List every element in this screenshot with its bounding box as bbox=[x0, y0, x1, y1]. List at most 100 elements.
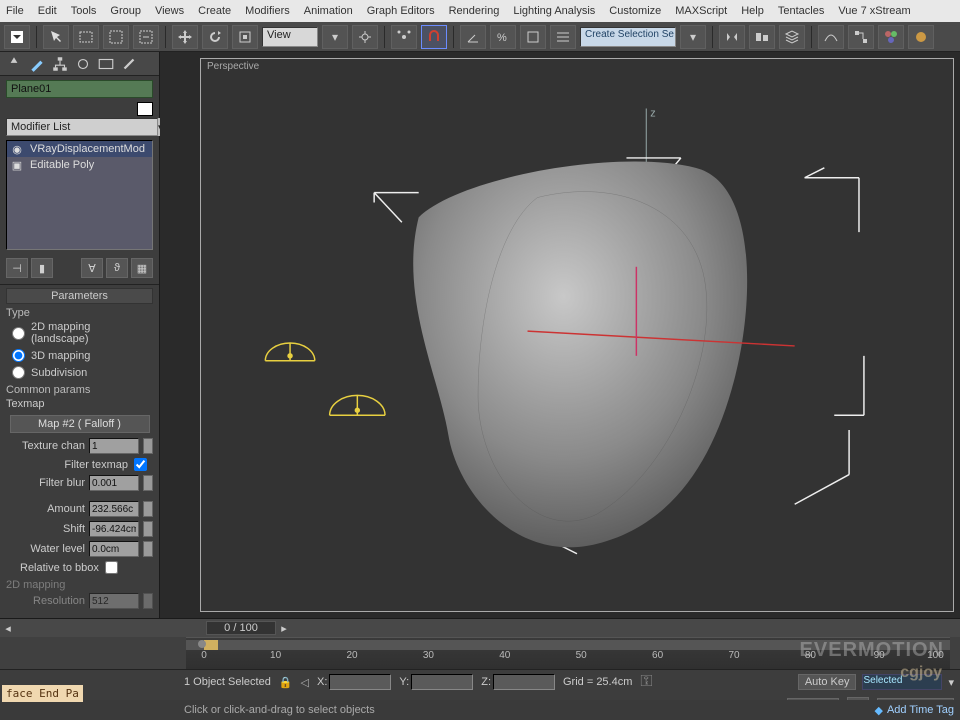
layers-icon[interactable] bbox=[779, 25, 805, 49]
motion-tab-icon[interactable] bbox=[74, 55, 92, 73]
stack-item-vray-displacement[interactable]: ◉VRayDisplacementMod bbox=[7, 141, 152, 157]
make-unique-icon[interactable]: ∀ bbox=[81, 258, 103, 278]
configure-sets-icon[interactable]: ▦ bbox=[131, 258, 153, 278]
menu-tentacles[interactable]: Tentacles bbox=[778, 5, 824, 17]
scale-tool-icon[interactable] bbox=[232, 25, 258, 49]
app-dropdown[interactable] bbox=[4, 25, 30, 49]
menu-customize[interactable]: Customize bbox=[609, 5, 661, 17]
panel-tabs bbox=[0, 52, 159, 76]
select-name-icon[interactable] bbox=[73, 25, 99, 49]
lightbulb-icon[interactable]: ◉ bbox=[10, 143, 24, 156]
amount-spinner[interactable] bbox=[89, 501, 139, 517]
transform-type-in-icon[interactable]: ◁ bbox=[301, 676, 309, 689]
menu-help[interactable]: Help bbox=[741, 5, 764, 17]
spinner-arrows-icon[interactable] bbox=[143, 438, 153, 454]
shift-spinner[interactable] bbox=[89, 521, 139, 537]
add-time-tag-button[interactable]: ◆Add Time Tag bbox=[874, 704, 954, 717]
spinner-snap-icon[interactable] bbox=[520, 25, 546, 49]
menu-views[interactable]: Views bbox=[155, 5, 184, 17]
menu-modifiers[interactable]: Modifiers bbox=[245, 5, 290, 17]
utilities-tab-icon[interactable] bbox=[120, 55, 138, 73]
window-crossing-icon[interactable] bbox=[133, 25, 159, 49]
selset-arrow-icon[interactable]: ▾ bbox=[680, 25, 706, 49]
menu-animation[interactable]: Animation bbox=[304, 5, 353, 17]
tag-icon: ◆ bbox=[874, 704, 882, 717]
type-3d-radio[interactable]: 3D mapping bbox=[6, 347, 153, 364]
modifier-list-dropdown[interactable] bbox=[6, 118, 158, 136]
remove-modifier-icon[interactable]: ϑ bbox=[106, 258, 128, 278]
menu-group[interactable]: Group bbox=[110, 5, 141, 17]
spinner-arrows-icon[interactable] bbox=[143, 501, 153, 517]
object-color-swatch[interactable] bbox=[137, 102, 153, 116]
menu-edit[interactable]: Edit bbox=[38, 5, 57, 17]
resolution-label: Resolution bbox=[6, 595, 85, 607]
menu-lighting-analysis[interactable]: Lighting Analysis bbox=[513, 5, 595, 17]
manipulate-icon[interactable] bbox=[391, 25, 417, 49]
edit-named-sel-icon[interactable] bbox=[550, 25, 576, 49]
shift-label: Shift bbox=[6, 523, 85, 535]
pin-stack-icon[interactable]: ⊣ bbox=[6, 258, 28, 278]
spinner-arrows-icon[interactable] bbox=[143, 541, 153, 557]
stack-item-editable-poly[interactable]: ▣Editable Poly bbox=[7, 157, 152, 173]
expand-icon[interactable]: ▣ bbox=[10, 159, 24, 172]
coord-dropdown-icon[interactable]: ▾ bbox=[322, 25, 348, 49]
pivot-center-icon[interactable] bbox=[352, 25, 378, 49]
select-region-icon[interactable] bbox=[103, 25, 129, 49]
modify-tab-icon[interactable] bbox=[28, 55, 46, 73]
angle-snap-icon[interactable] bbox=[460, 25, 486, 49]
autokey-button[interactable]: Auto Key bbox=[798, 674, 857, 690]
move-tool-icon[interactable] bbox=[172, 25, 198, 49]
status-bar: 1 Object Selected 🔒 ◁ X: Y: Z: Grid = 25… bbox=[0, 669, 960, 694]
texture-chan-spinner[interactable] bbox=[89, 438, 139, 454]
reference-coord-dropdown[interactable]: View bbox=[262, 27, 318, 47]
amount-label: Amount bbox=[6, 503, 85, 515]
type-subdivision-radio[interactable]: Subdivision bbox=[6, 364, 153, 381]
filter-texmap-checkbox[interactable] bbox=[134, 458, 147, 471]
filter-blur-spinner[interactable] bbox=[89, 475, 139, 491]
percent-snap-icon[interactable]: % bbox=[490, 25, 516, 49]
menu-create[interactable]: Create bbox=[198, 5, 231, 17]
menu-vue[interactable]: Vue 7 xStream bbox=[838, 5, 910, 17]
texmap-button[interactable]: Map #2 ( Falloff ) bbox=[10, 415, 150, 433]
common-params-label: Common params bbox=[6, 384, 153, 396]
menu-graph-editors[interactable]: Graph Editors bbox=[367, 5, 435, 17]
timeline-prev-icon[interactable]: ◂ bbox=[0, 622, 16, 635]
spinner-arrows-icon[interactable] bbox=[143, 475, 153, 491]
menu-maxscript[interactable]: MAXScript bbox=[675, 5, 727, 17]
object-name-field[interactable] bbox=[6, 80, 153, 98]
parameters-rollout-header[interactable]: Parameters bbox=[6, 288, 153, 304]
key-icon[interactable] bbox=[196, 638, 208, 650]
align-icon[interactable] bbox=[749, 25, 775, 49]
timeline-next-icon[interactable]: ▸ bbox=[276, 622, 292, 635]
menu-file[interactable]: File bbox=[6, 5, 24, 17]
z-coord-field[interactable] bbox=[493, 674, 555, 690]
hierarchy-tab-icon[interactable] bbox=[51, 55, 69, 73]
select-tool-icon[interactable] bbox=[43, 25, 69, 49]
snap-toggle-icon[interactable] bbox=[421, 25, 447, 49]
menu-tools[interactable]: Tools bbox=[71, 5, 97, 17]
mirror-icon[interactable] bbox=[719, 25, 745, 49]
curve-editor-icon[interactable] bbox=[818, 25, 844, 49]
spinner-arrows-icon[interactable] bbox=[143, 521, 153, 537]
menu-bar: File Edit Tools Group Views Create Modif… bbox=[0, 0, 960, 22]
material-editor-icon[interactable] bbox=[878, 25, 904, 49]
show-end-result-icon[interactable]: ▮ bbox=[31, 258, 53, 278]
prompt-hint: Click or click-and-drag to select object… bbox=[184, 704, 864, 716]
water-level-spinner[interactable] bbox=[89, 541, 139, 557]
x-coord-field[interactable] bbox=[329, 674, 391, 690]
relative-bbox-checkbox[interactable] bbox=[105, 561, 118, 574]
key-mode-icon[interactable]: ⚿ bbox=[640, 673, 652, 691]
create-tab-icon[interactable] bbox=[5, 55, 23, 73]
viewport[interactable]: Perspective z bbox=[160, 52, 960, 618]
schematic-icon[interactable] bbox=[848, 25, 874, 49]
rotate-tool-icon[interactable] bbox=[202, 25, 228, 49]
menu-rendering[interactable]: Rendering bbox=[449, 5, 500, 17]
type-2d-radio[interactable]: 2D mapping (landscape) bbox=[6, 319, 153, 347]
selection-set-dropdown[interactable]: Create Selection Se bbox=[580, 27, 676, 47]
modifier-stack[interactable]: ◉VRayDisplacementMod ▣Editable Poly bbox=[6, 140, 153, 250]
y-coord-field[interactable] bbox=[411, 674, 473, 690]
lock-icon[interactable]: 🔒 bbox=[279, 676, 293, 689]
render-setup-icon[interactable] bbox=[908, 25, 934, 49]
selmode-arrow-icon[interactable]: ▾ bbox=[948, 676, 954, 689]
display-tab-icon[interactable] bbox=[97, 55, 115, 73]
